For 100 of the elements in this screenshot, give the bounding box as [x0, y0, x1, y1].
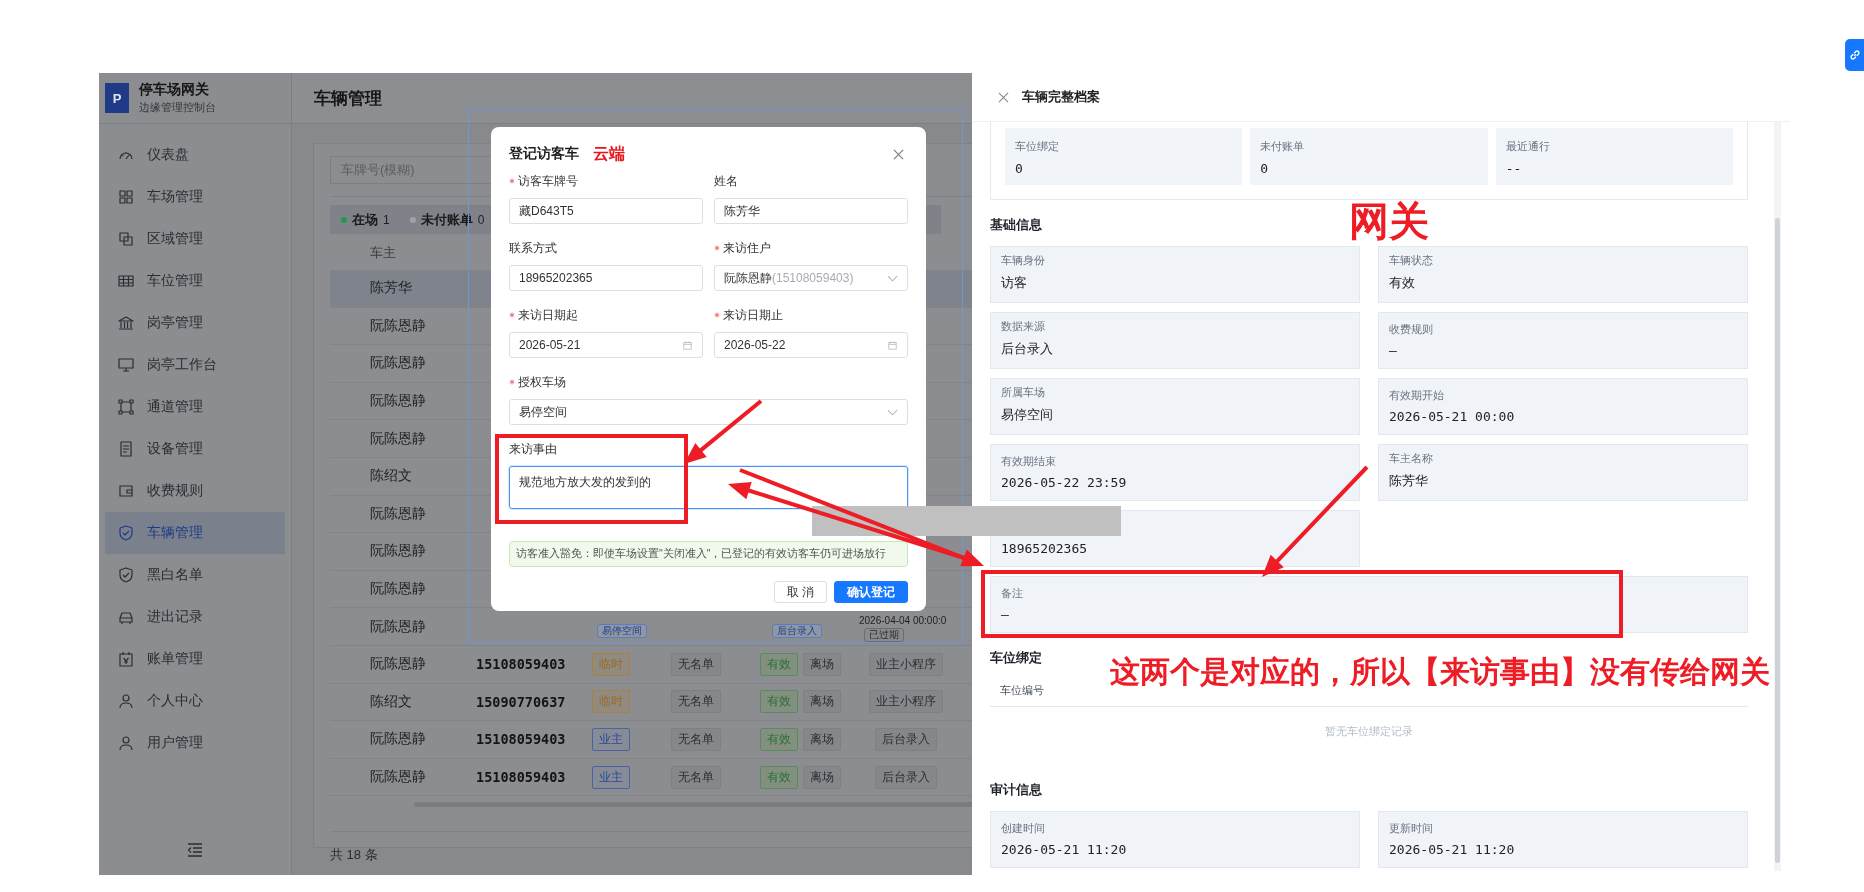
- field-label: 来访事由: [509, 440, 557, 458]
- table-cell-text: 15108059403: [476, 769, 567, 785]
- status-tag: 有效: [760, 690, 798, 714]
- table-cell-text: 阮陈恩静: [370, 617, 427, 636]
- table-cell-text: 阮陈恩静: [370, 429, 427, 448]
- close-icon[interactable]: [998, 91, 1009, 103]
- sidebar-item[interactable]: 区域管理: [105, 218, 285, 260]
- field-label: 来访日期止: [723, 306, 783, 324]
- monitor-icon: [118, 357, 134, 373]
- page-title: 车辆管理: [314, 87, 382, 110]
- field-value: 陈芳华: [1389, 472, 1429, 490]
- collapse-menu-icon[interactable]: [187, 843, 203, 857]
- sidebar-item[interactable]: 进出记录: [105, 596, 285, 638]
- select-field[interactable]: 阮陈恩静(15108059403): [714, 265, 908, 291]
- sidebar-item[interactable]: 岗亭管理: [105, 302, 285, 344]
- confirm-button[interactable]: 确认登记: [834, 581, 908, 603]
- input-field[interactable]: 陈芳华: [714, 198, 908, 224]
- section-title: 车位绑定: [990, 650, 1043, 667]
- field-value: 访客: [1001, 274, 1028, 292]
- field-label: 车主名称: [1389, 451, 1434, 466]
- table-cell-text: 陈绍文: [370, 467, 413, 486]
- input-field[interactable]: 18965202365: [509, 265, 703, 291]
- table-cell-text: 陈绍文: [370, 692, 413, 711]
- table-cell-text: 阮陈恩静: [370, 392, 427, 411]
- info-alert: 访客准入豁免：即使车场设置"关闭准入"，已登记的有效访客车仍可进场放行: [509, 541, 908, 567]
- table-cell-text: 15108059403: [476, 656, 567, 673]
- field-label: 授权车场: [518, 373, 566, 391]
- app-subtitle: 边缘管理控制台: [139, 100, 216, 115]
- status-tag: 离场: [803, 765, 841, 789]
- status-tag: 业主小程序: [869, 652, 943, 676]
- select-field[interactable]: 易停空间: [509, 399, 908, 425]
- field-label: 有效期开始: [1389, 388, 1445, 403]
- sidebar-item[interactable]: 岗亭工作台: [105, 344, 285, 386]
- close-icon[interactable]: [893, 148, 904, 160]
- stat-label: 在场: [352, 210, 378, 229]
- status-tag: 有效: [760, 765, 798, 789]
- sidebar-item[interactable]: 车场管理: [105, 176, 285, 218]
- field-label: 联系方式: [509, 239, 557, 257]
- table-cell-text: 阮陈恩静: [370, 655, 427, 674]
- scrollbar[interactable]: [1774, 122, 1781, 871]
- sidebar-item[interactable]: 用户管理: [105, 722, 285, 764]
- sidebar-item[interactable]: 账单管理: [105, 638, 285, 680]
- table-icon: [118, 273, 134, 289]
- table-cell-text: 阮陈恩静: [370, 580, 427, 599]
- field-label: 收费规则: [1389, 322, 1434, 337]
- logo: P: [105, 83, 129, 113]
- status-tag: 有效: [760, 652, 798, 676]
- status-tag: 临时: [592, 690, 630, 714]
- section-title: 基础信息: [990, 217, 1043, 234]
- status-tag: 业主: [592, 727, 630, 751]
- chevron-down-icon: [887, 407, 898, 417]
- input-field[interactable]: 藏D643T5: [509, 198, 703, 224]
- sidebar-item[interactable]: 通道管理: [105, 386, 285, 428]
- field-value: —: [1001, 607, 1010, 622]
- annotation-label: 云端: [593, 143, 625, 164]
- table-cell-text: 15090770637: [476, 693, 567, 710]
- status-tag: 无名单: [671, 765, 721, 789]
- status-tag: 已过期: [864, 628, 904, 642]
- field-label: 来访日期起: [518, 306, 578, 324]
- status-tag: 无名单: [671, 652, 721, 676]
- stat-label: 车位绑定: [1015, 139, 1060, 154]
- annotation-label: 网关: [1349, 198, 1429, 245]
- stat-value: 0: [1260, 161, 1270, 176]
- field-value: 2026-05-21 11:20: [1389, 842, 1516, 857]
- status-tag: 离场: [803, 652, 841, 676]
- column-header: 车主: [370, 244, 397, 262]
- field-label: 车辆状态: [1389, 253, 1434, 268]
- sidebar-item[interactable]: 仪表盘: [105, 134, 285, 176]
- table-cell-text: 阮陈恩静: [370, 504, 427, 523]
- table-cell-text: 陈芳华: [370, 279, 413, 298]
- sidebar-item[interactable]: 车位管理: [105, 260, 285, 302]
- link-icon: [1848, 49, 1861, 61]
- sidebar-item[interactable]: 车辆管理: [105, 512, 285, 554]
- sidebar-item[interactable]: 个人中心: [105, 680, 285, 722]
- field-value: 有效: [1389, 274, 1416, 292]
- link-button[interactable]: [1845, 39, 1864, 71]
- status-tag: 后台录入: [772, 624, 822, 638]
- sidebar-item[interactable]: 黑白名单: [105, 554, 285, 596]
- app-title: 停车场网关: [139, 81, 210, 99]
- stat-value: 0: [1015, 161, 1024, 176]
- field-value: 2026-05-22 23:59: [1001, 475, 1128, 490]
- textarea-field[interactable]: 规范地方放大发的发到的: [509, 466, 908, 509]
- table-cell-text: 阮陈恩静: [370, 316, 427, 335]
- field-label: 创建时间: [1001, 821, 1046, 836]
- sidebar-item[interactable]: 收费规则: [105, 470, 285, 512]
- date-text: 2026-04-04 00:00:0: [859, 615, 947, 627]
- user-icon: [118, 693, 134, 709]
- status-tag: 后台录入: [875, 727, 937, 751]
- status-tag: 离场: [803, 727, 841, 751]
- date-field[interactable]: 2026-05-21: [509, 332, 703, 358]
- wallet-icon: [118, 483, 134, 499]
- document-icon: [118, 441, 134, 457]
- cancel-button[interactable]: 取 消: [773, 581, 827, 603]
- field-label: 所属车场: [1001, 385, 1046, 400]
- status-tag: 有效: [760, 727, 798, 751]
- date-field[interactable]: 2026-05-22: [714, 332, 908, 358]
- field-label: 有效期结束: [1001, 454, 1057, 469]
- stat-count: 0: [477, 212, 485, 227]
- sidebar-item[interactable]: 设备管理: [105, 428, 285, 470]
- status-tag: 易停空间: [597, 624, 647, 638]
